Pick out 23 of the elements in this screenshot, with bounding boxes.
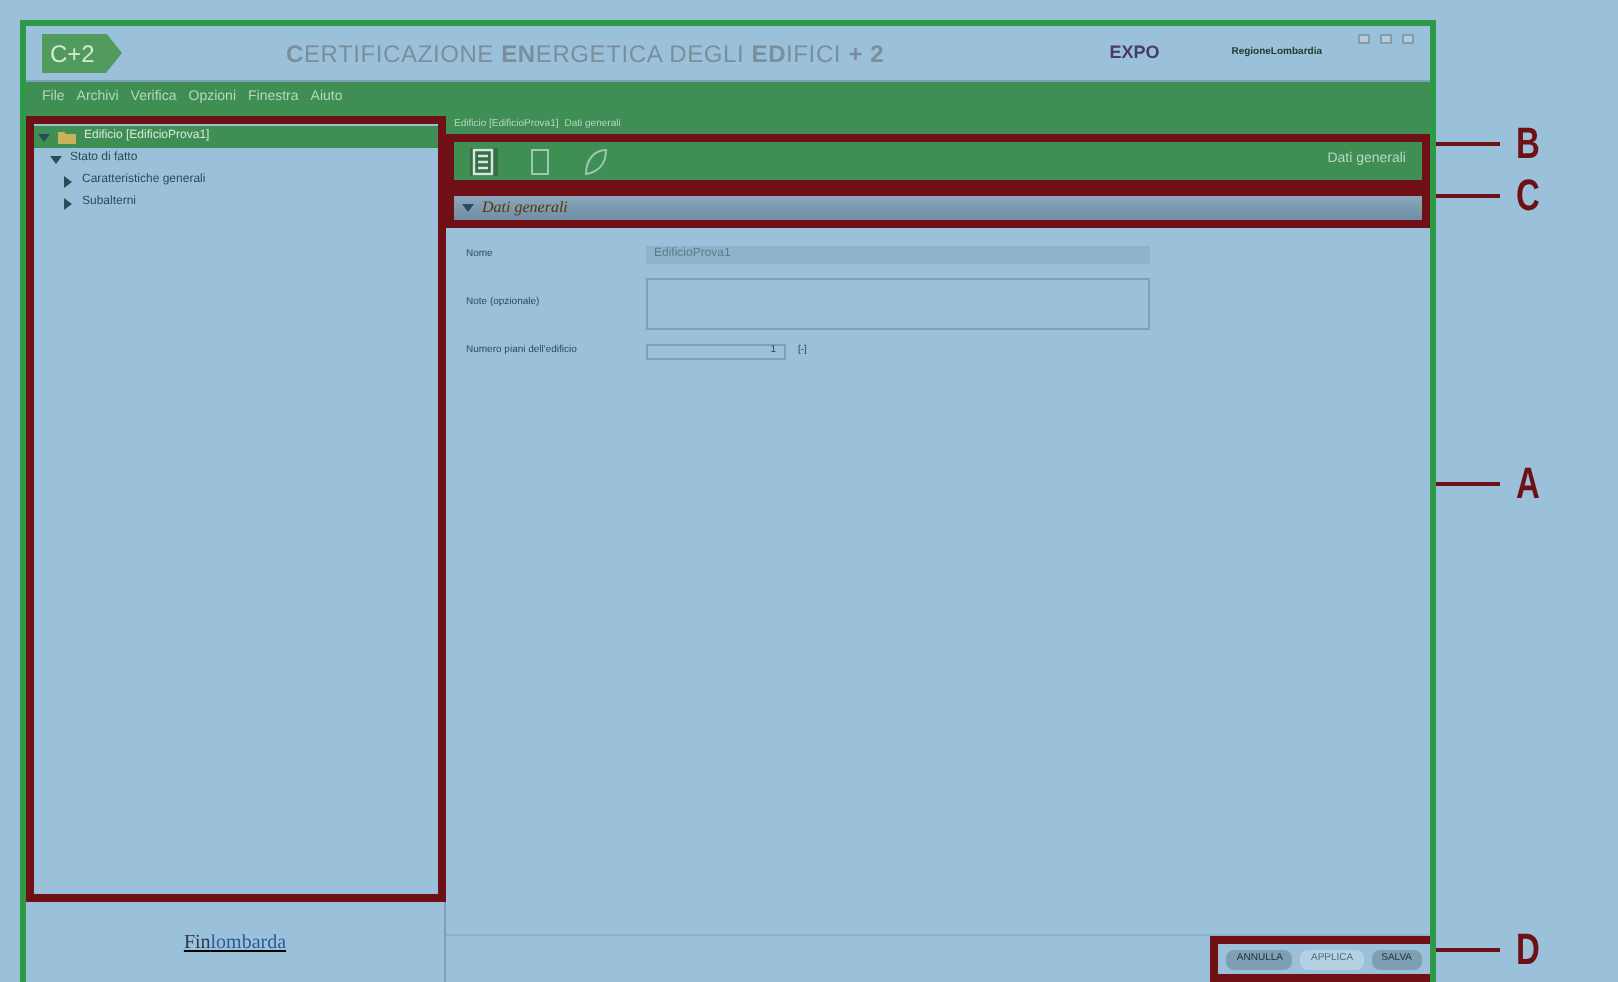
callout-letter: D [1515, 928, 1540, 972]
partner-logo: EXPO [1109, 39, 1160, 66]
expanded-icon[interactable] [462, 202, 474, 214]
leader-line [1436, 482, 1500, 486]
leader-line [1436, 948, 1500, 952]
window-title: CERTIFICAZIONE ENERGETICA DEGLI EDIFICI + 2 [286, 37, 885, 71]
app-logo: C+2 [42, 33, 122, 73]
leaf-icon[interactable] [582, 147, 610, 175]
section-header[interactable]: Dati generali [446, 188, 1430, 228]
callout-letter: C [1515, 174, 1540, 218]
company-logo: Finlombarda [183, 929, 287, 957]
notes-field[interactable] [646, 278, 1150, 330]
book-icon[interactable] [470, 147, 498, 175]
close-icon[interactable] [1402, 34, 1414, 44]
section-title: Dati generali [482, 196, 568, 220]
leader-line [1436, 142, 1500, 146]
leader-line [1436, 194, 1500, 198]
folder-icon [58, 130, 76, 144]
maximize-icon[interactable] [1380, 34, 1392, 44]
callout-letter: B [1515, 122, 1540, 166]
callout-letter: A [1515, 462, 1540, 506]
minimize-icon[interactable] [1358, 34, 1370, 44]
page-icon[interactable] [526, 147, 554, 175]
